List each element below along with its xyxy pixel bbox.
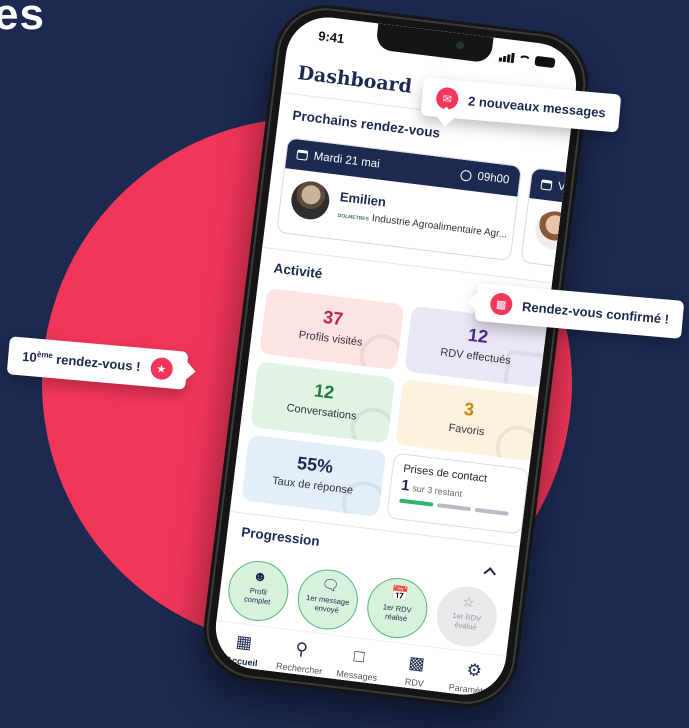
toast-text: 2 nouveaux messages <box>467 92 607 120</box>
step-first-message: 🗨 1er message envoyé <box>294 566 362 633</box>
appointment-date: Ve <box>557 180 572 195</box>
upcoming-title: Prochains rendez-vous <box>291 107 441 141</box>
appointment-date: Mardi 21 mai <box>312 150 381 171</box>
avatar <box>533 209 576 252</box>
user-icon: ☻ <box>251 567 269 585</box>
appointment-card-next[interactable]: Ve <box>520 167 581 292</box>
tab-home[interactable]: ▦ Accueil <box>211 629 275 670</box>
wifi-icon <box>517 54 532 65</box>
contact-quota-card[interactable]: Prises de contact 1 sur 3 restant <box>386 452 530 535</box>
calendar-icon <box>502 349 550 388</box>
clock-icon <box>459 169 473 182</box>
calendar-icon <box>296 149 309 161</box>
toast-text: 10ème rendez-vous ! <box>21 349 142 375</box>
chat-icon: 🗨 <box>320 575 341 594</box>
grid-icon: ▦ <box>234 631 254 653</box>
message-icon: □ <box>352 646 366 667</box>
calendar-icon: 📅 <box>390 584 410 603</box>
stat-tile[interactable]: 3 Favoris <box>395 379 541 462</box>
step-first-rdv: 📅 1er RDV réalisé <box>363 574 431 642</box>
tab-settings[interactable]: ⚙ Paramètres <box>442 657 506 698</box>
search-icon: ⚲ <box>294 638 309 660</box>
star-icon: ☆ <box>461 592 476 611</box>
tab-search[interactable]: ⚲ Rechercher <box>269 636 333 677</box>
contact-name: Emilien <box>339 189 387 210</box>
calendar-icon <box>540 179 553 191</box>
medal-icon: ★ <box>149 356 174 381</box>
avatar <box>289 179 332 222</box>
tab-messages[interactable]: □ Messages <box>326 643 390 684</box>
chevron-up-icon[interactable] <box>483 567 497 580</box>
toast-text: Rendez-vous confirmé ! <box>521 298 670 327</box>
stat-tile[interactable]: 55% Taux de réponse <box>241 434 387 518</box>
page-headline: es <box>0 0 45 39</box>
stat-tile[interactable]: 12 Conversations <box>250 361 396 444</box>
company-logo: DOLMETRES <box>337 212 370 223</box>
appointment-card[interactable]: Mardi 21 mai 09h00 Emilien DOLMETRES Indu… <box>276 137 523 262</box>
step-rdv-rated: ☆ 1er RDV évalué <box>433 583 501 650</box>
signal-icon <box>498 51 515 64</box>
camera-icon <box>455 41 465 50</box>
gear-icon: ⚙ <box>465 660 483 681</box>
progression-title: Progression <box>240 524 321 550</box>
tab-rdv[interactable]: ▩ RDV <box>384 650 448 691</box>
activity-title: Activité <box>272 260 324 282</box>
page-title: Dashboard <box>296 62 414 98</box>
appointment-time: 09h00 <box>476 170 510 187</box>
status-time: 9:41 <box>317 28 346 47</box>
stat-tile[interactable]: 37 Profils visités <box>259 287 405 371</box>
battery-icon <box>534 55 556 69</box>
step-profile: ☻ Profil complet <box>224 557 292 625</box>
calendar-icon: ▩ <box>489 292 514 317</box>
calendar-icon: ▩ <box>407 652 426 674</box>
contact-company: DOLMETRES Industrie Agroalimentaire Agr..… <box>337 212 508 241</box>
contact-quota-value: 1 <box>400 476 411 495</box>
contact-quota-suffix: sur 3 restant <box>411 483 463 500</box>
